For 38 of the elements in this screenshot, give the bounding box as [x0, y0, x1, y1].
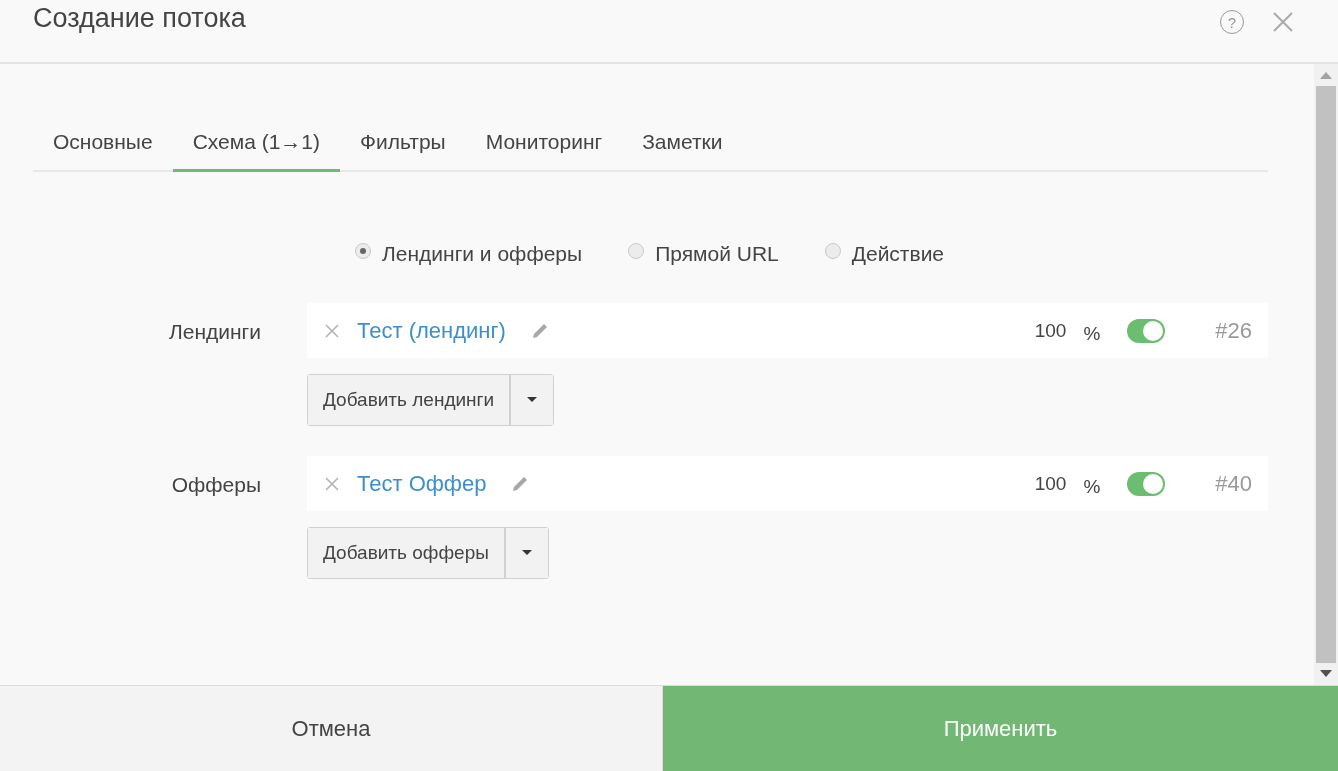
- scrollbar[interactable]: [1314, 64, 1338, 685]
- add-button[interactable]: Добавить офферы: [308, 528, 506, 578]
- toggle-switch[interactable]: [1127, 318, 1166, 343]
- remove-icon[interactable]: [325, 476, 339, 491]
- weight-value[interactable]: 100: [1034, 319, 1067, 342]
- close-icon[interactable]: [1272, 11, 1294, 33]
- dialog-title: Создание потока: [33, 3, 246, 34]
- item-link[interactable]: Тест (лендинг): [357, 317, 506, 344]
- item-id: #40: [1215, 470, 1252, 497]
- radio-button[interactable]: [824, 243, 841, 259]
- scroll-up-icon[interactable]: [1320, 71, 1332, 79]
- tab[interactable]: Схема (1→1): [172, 117, 341, 172]
- caret-icon: [527, 397, 538, 403]
- item-id: #26: [1215, 317, 1252, 344]
- tab[interactable]: Заметки: [622, 117, 743, 172]
- weight-value[interactable]: 100: [1034, 472, 1067, 495]
- item-link[interactable]: Тест Оффер: [357, 470, 487, 497]
- percent-sign: %: [1083, 322, 1101, 345]
- tab[interactable]: Фильтры: [340, 117, 466, 172]
- toggle-switch[interactable]: [1127, 471, 1166, 496]
- caret-icon: [521, 550, 532, 556]
- section-label: Лендинги: [167, 319, 262, 345]
- pencil-icon[interactable]: [511, 474, 530, 493]
- section-label: Офферы: [170, 472, 262, 498]
- remove-icon[interactable]: [325, 323, 339, 338]
- radio-button[interactable]: [628, 243, 645, 259]
- radio-label[interactable]: Прямой URL: [655, 242, 779, 266]
- radio-label[interactable]: Действие: [851, 242, 945, 266]
- cancel-button[interactable]: Отмена: [0, 686, 663, 771]
- pencil-icon[interactable]: [530, 321, 549, 340]
- scroll-down-icon[interactable]: [1320, 670, 1332, 678]
- radio-button[interactable]: [355, 243, 371, 259]
- tab[interactable]: Основные: [33, 117, 173, 172]
- tab[interactable]: Мониторинг: [465, 117, 623, 172]
- radio-label[interactable]: Лендинги и офферы: [382, 242, 583, 266]
- scrollbar-thumb[interactable]: [1316, 86, 1336, 663]
- percent-sign: %: [1083, 475, 1101, 498]
- add-button[interactable]: Добавить лендинги: [308, 375, 512, 425]
